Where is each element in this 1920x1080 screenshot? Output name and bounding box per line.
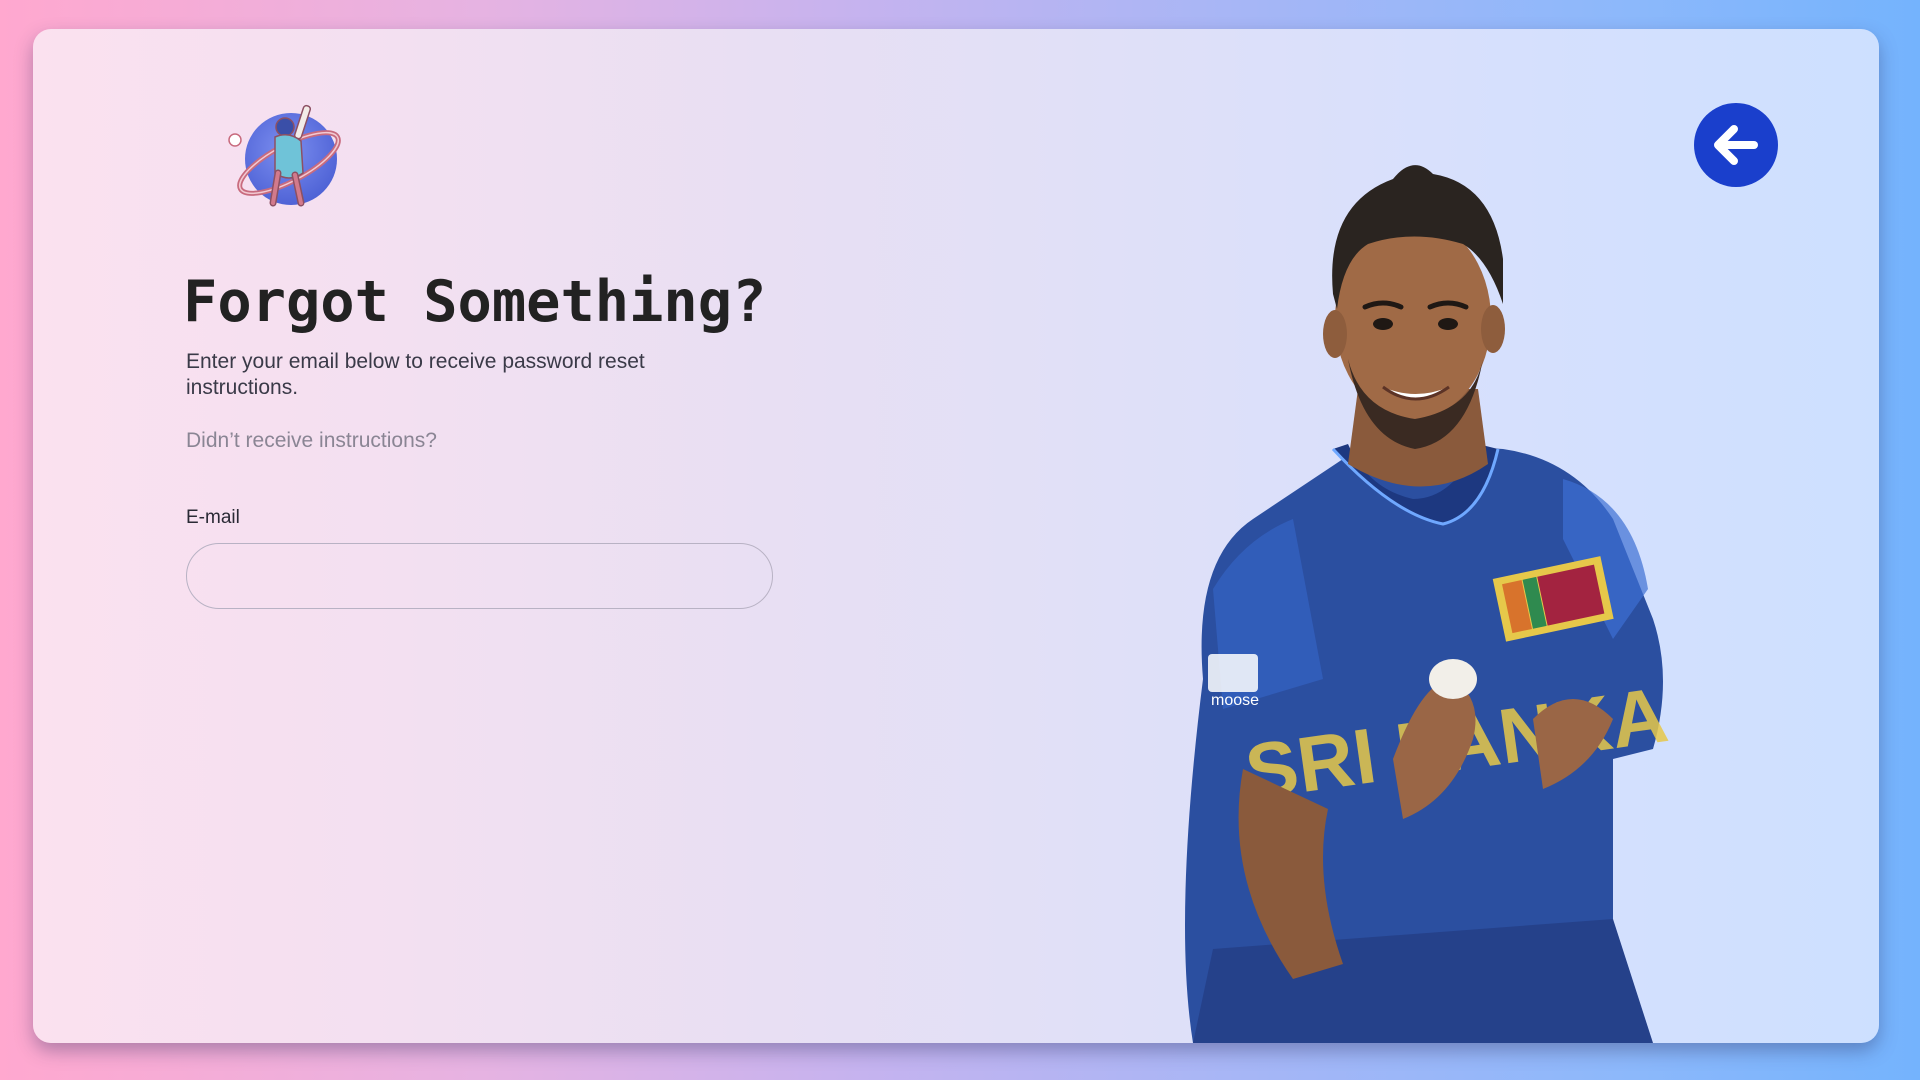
email-field[interactable] — [186, 543, 773, 609]
email-label: E-mail — [186, 507, 240, 528]
svg-text:moose: moose — [1211, 692, 1259, 709]
page-subtitle: Enter your email below to receive passwo… — [186, 350, 645, 399]
resend-instructions-link[interactable]: Didn’t receive instructions? — [186, 429, 437, 453]
cricket-player-portrait: SRI LANKA moose — [1185, 165, 1673, 1043]
page-title: Forgot Something? — [183, 269, 767, 335]
app-logo — [223, 93, 353, 223]
cricket-batsman-logo-icon — [228, 104, 341, 207]
forgot-password-card: Forgot Something? Enter your email below… — [33, 29, 1879, 1043]
arrow-left-icon — [1714, 125, 1758, 165]
